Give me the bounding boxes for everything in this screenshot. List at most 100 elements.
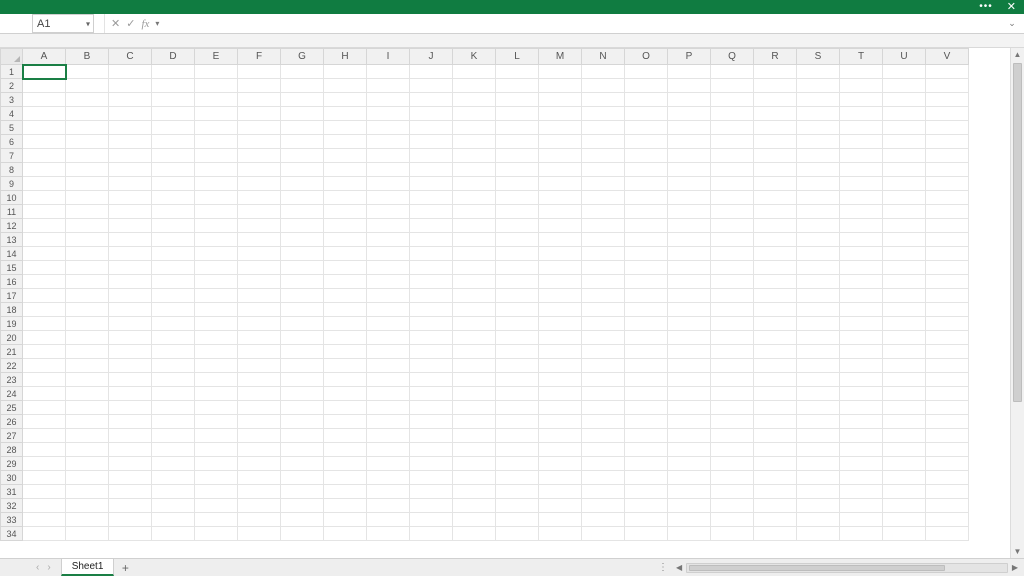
cell[interactable] [195, 233, 238, 247]
cell[interactable] [324, 205, 367, 219]
cell[interactable] [66, 443, 109, 457]
cell[interactable] [281, 499, 324, 513]
cell[interactable] [23, 177, 66, 191]
cell[interactable] [883, 79, 926, 93]
row-header[interactable]: 24 [1, 387, 23, 401]
cell[interactable] [539, 499, 582, 513]
cell[interactable] [410, 163, 453, 177]
cell[interactable] [668, 387, 711, 401]
cell[interactable] [109, 415, 152, 429]
cell[interactable] [367, 191, 410, 205]
cell[interactable] [668, 401, 711, 415]
cell[interactable] [324, 219, 367, 233]
cell[interactable] [410, 471, 453, 485]
cell[interactable] [238, 387, 281, 401]
cell[interactable] [324, 65, 367, 79]
cell[interactable] [754, 79, 797, 93]
cell[interactable] [797, 219, 840, 233]
cell[interactable] [152, 485, 195, 499]
cell[interactable] [840, 415, 883, 429]
cell[interactable] [496, 107, 539, 121]
cell[interactable] [797, 317, 840, 331]
cell[interactable] [582, 373, 625, 387]
cell[interactable] [195, 345, 238, 359]
cell[interactable] [711, 415, 754, 429]
cell[interactable] [668, 345, 711, 359]
cell[interactable] [23, 261, 66, 275]
cell[interactable] [109, 65, 152, 79]
cell[interactable] [367, 527, 410, 541]
cell[interactable] [883, 359, 926, 373]
cell[interactable] [410, 345, 453, 359]
row-header[interactable]: 18 [1, 303, 23, 317]
cell[interactable] [926, 387, 969, 401]
cell[interactable] [754, 513, 797, 527]
cell[interactable] [840, 79, 883, 93]
cell[interactable] [840, 527, 883, 541]
cell[interactable] [496, 317, 539, 331]
cell[interactable] [453, 191, 496, 205]
cell[interactable] [367, 93, 410, 107]
cell[interactable] [668, 79, 711, 93]
cell[interactable] [625, 499, 668, 513]
row-header[interactable]: 34 [1, 527, 23, 541]
cell[interactable] [109, 191, 152, 205]
cell[interactable] [238, 93, 281, 107]
cell[interactable] [754, 275, 797, 289]
cell[interactable] [367, 233, 410, 247]
cell[interactable] [410, 499, 453, 513]
cell[interactable] [109, 443, 152, 457]
row-header[interactable]: 19 [1, 317, 23, 331]
cell[interactable] [66, 275, 109, 289]
cell[interactable] [711, 499, 754, 513]
cell[interactable] [539, 233, 582, 247]
cell[interactable] [152, 177, 195, 191]
cell[interactable] [410, 457, 453, 471]
cell[interactable] [840, 303, 883, 317]
cell[interactable] [754, 149, 797, 163]
cell[interactable] [23, 191, 66, 205]
cell[interactable] [367, 135, 410, 149]
cell[interactable] [582, 65, 625, 79]
cell[interactable] [195, 177, 238, 191]
cell[interactable] [625, 93, 668, 107]
cell[interactable] [66, 247, 109, 261]
cell[interactable] [582, 429, 625, 443]
cell[interactable] [238, 289, 281, 303]
cell[interactable] [238, 163, 281, 177]
cell[interactable] [109, 163, 152, 177]
column-header[interactable]: P [668, 49, 711, 65]
horizontal-scroll-track[interactable] [686, 563, 1008, 573]
cell[interactable] [668, 247, 711, 261]
cell[interactable] [324, 359, 367, 373]
cell[interactable] [66, 107, 109, 121]
cell[interactable] [23, 513, 66, 527]
cell[interactable] [453, 359, 496, 373]
cell[interactable] [410, 331, 453, 345]
cell[interactable] [367, 345, 410, 359]
cell[interactable] [625, 79, 668, 93]
cell[interactable] [797, 457, 840, 471]
cell[interactable] [582, 415, 625, 429]
cell[interactable] [66, 457, 109, 471]
cell[interactable] [840, 93, 883, 107]
cell[interactable] [668, 149, 711, 163]
cell[interactable] [66, 93, 109, 107]
cell[interactable] [195, 275, 238, 289]
row-header[interactable]: 7 [1, 149, 23, 163]
cell[interactable] [238, 471, 281, 485]
cell[interactable] [152, 135, 195, 149]
cell[interactable] [109, 121, 152, 135]
cell[interactable] [711, 275, 754, 289]
cell[interactable] [797, 289, 840, 303]
cell[interactable] [281, 191, 324, 205]
cell[interactable] [281, 513, 324, 527]
cell[interactable] [152, 149, 195, 163]
cell[interactable] [453, 429, 496, 443]
cell[interactable] [410, 359, 453, 373]
cell[interactable] [453, 247, 496, 261]
cell[interactable] [410, 485, 453, 499]
column-header[interactable]: R [754, 49, 797, 65]
cell[interactable] [66, 65, 109, 79]
horizontal-scrollbar[interactable]: ⋮ ◀ ▶ [654, 559, 1024, 576]
